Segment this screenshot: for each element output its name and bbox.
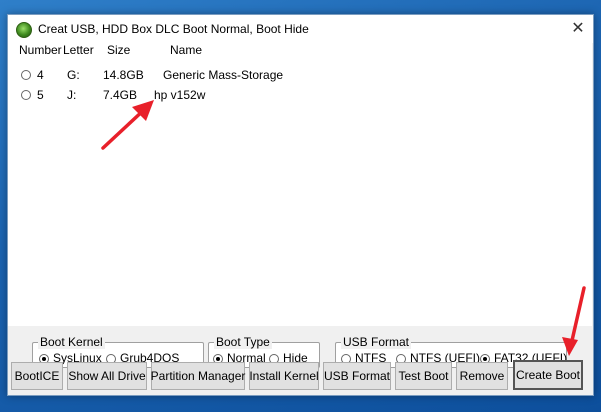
arrow-icon	[562, 286, 586, 356]
arrow-icon	[101, 100, 154, 150]
annotation-arrows	[101, 100, 586, 356]
